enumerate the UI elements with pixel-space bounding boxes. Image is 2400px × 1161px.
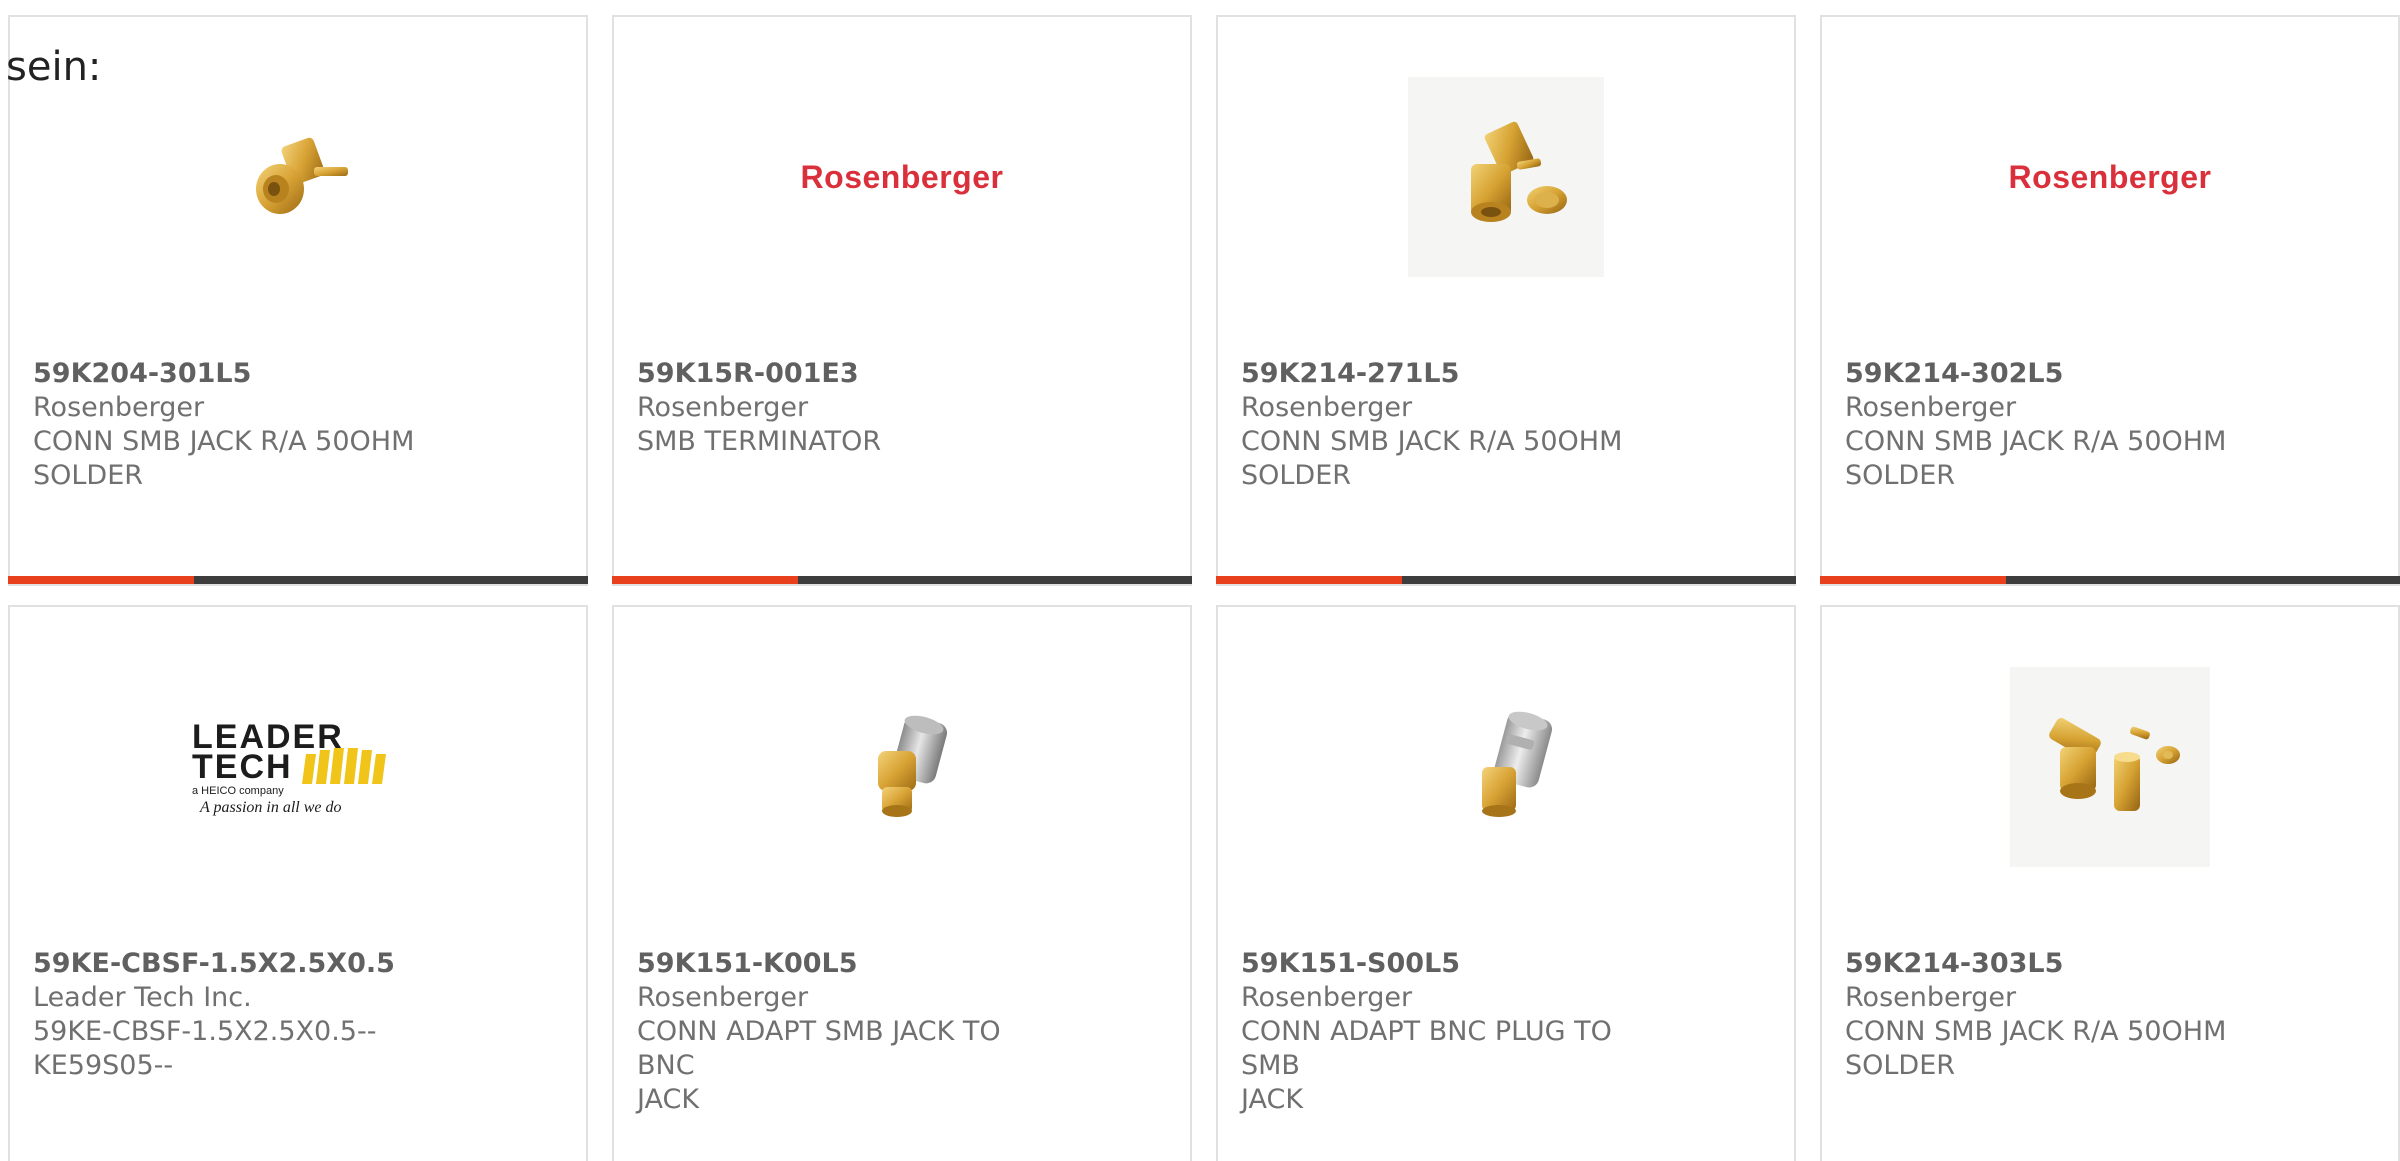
leader-tech-logo: LEADER TECH a HEICO company A passion in…	[192, 718, 386, 816]
product-card[interactable]: 59K151-S00L5 Rosenberger CONN ADAPT BNC …	[1216, 605, 1796, 1161]
product-image[interactable]	[10, 72, 586, 282]
product-image[interactable]	[1218, 72, 1794, 282]
description-line: CONN ADAPT BNC PLUG TO SMB	[1241, 1016, 1612, 1081]
description-line: SOLDER	[1845, 1050, 1956, 1081]
part-number[interactable]: 59K214-302L5	[1845, 357, 2245, 391]
description-line: CONN SMB JACK R/A 50OHM	[1845, 426, 2227, 457]
part-number[interactable]: 59K151-S00L5	[1241, 947, 1641, 981]
rosenberger-logo: Rosenberger	[800, 158, 1004, 195]
product-info: 59K214-302L5 Rosenberger CONN SMB JACK R…	[1845, 357, 2245, 493]
product-card[interactable]: 59K214-271L5 Rosenberger CONN SMB JACK R…	[1216, 15, 1796, 586]
progress-bar	[8, 576, 588, 584]
progress-bar	[1820, 576, 2400, 584]
part-number[interactable]: 59KE-CBSF-1.5X2.5X0.5	[33, 947, 433, 981]
logo-line-2: TECH	[192, 748, 293, 786]
progress-fill	[612, 576, 798, 584]
product-image[interactable]: LEADER TECH a HEICO company A passion in…	[10, 662, 586, 872]
progress-bar	[1216, 576, 1796, 584]
smb-right-angle-connector-with-washer-icon	[1471, 121, 1567, 222]
description-line: SOLDER	[1845, 460, 1956, 491]
image-background	[2010, 667, 2210, 867]
product-image[interactable]	[614, 662, 1190, 872]
product-grid: 59K204-301L5 Rosenberger CONN SMB JACK R…	[8, 15, 2400, 1161]
description-line: SOLDER	[1241, 460, 1352, 491]
image-background	[1408, 77, 1604, 277]
product-info: 59K151-S00L5 Rosenberger CONN ADAPT BNC …	[1241, 947, 1641, 1117]
product-image[interactable]: Rosenberger	[1822, 72, 2398, 282]
product-card[interactable]: Rosenberger 59K214-302L5 Rosenberger CON…	[1820, 15, 2400, 586]
part-number[interactable]: 59K214-303L5	[1845, 947, 2245, 981]
product-image[interactable]: Rosenberger	[614, 72, 1190, 282]
product-info: 59K214-271L5 Rosenberger CONN SMB JACK R…	[1241, 357, 1641, 493]
product-image[interactable]	[1822, 662, 2398, 872]
description-line: CONN SMB JACK R/A 50OHM	[33, 426, 415, 457]
product-info: 59KE-CBSF-1.5X2.5X0.5 Leader Tech Inc. 5…	[33, 947, 433, 1083]
product-card[interactable]: Rosenberger 59K15R-001E3 Rosenberger SMB…	[612, 15, 1192, 586]
progress-fill	[8, 576, 194, 584]
smb-right-angle-connector-icon	[256, 137, 348, 214]
rosenberger-logo: Rosenberger	[2008, 158, 2212, 195]
product-card[interactable]: LEADER TECH a HEICO company A passion in…	[8, 605, 588, 1161]
product-results-page: 59K204-301L5 Rosenberger CONN SMB JACK R…	[0, 0, 2400, 1161]
manufacturer: Rosenberger	[1241, 982, 1413, 1013]
product-info: 59K151-K00L5 Rosenberger CONN ADAPT SMB …	[637, 947, 1037, 1117]
product-info: 59K15R-001E3 Rosenberger SMB TERMINATOR	[637, 357, 1037, 459]
part-number[interactable]: 59K151-K00L5	[637, 947, 1037, 981]
manufacturer: Rosenberger	[1845, 392, 2017, 423]
manufacturer: Rosenberger	[637, 392, 809, 423]
prefix-text: sein:	[6, 44, 102, 90]
progress-bar	[612, 576, 1192, 584]
manufacturer: Rosenberger	[637, 982, 809, 1013]
product-info: 59K204-301L5 Rosenberger CONN SMB JACK R…	[33, 357, 433, 493]
description-line: JACK	[637, 1084, 700, 1115]
logo-tagline: A passion in all we do	[199, 799, 342, 816]
manufacturer: Rosenberger	[1845, 982, 2017, 1013]
description-line: CONN SMB JACK R/A 50OHM	[1845, 1016, 2227, 1047]
product-card[interactable]: 59K151-K00L5 Rosenberger CONN ADAPT SMB …	[612, 605, 1192, 1161]
product-card[interactable]: 59K204-301L5 Rosenberger CONN SMB JACK R…	[8, 15, 588, 586]
bnc-to-smb-adapter-icon	[1482, 711, 1553, 817]
description-line: JACK	[1241, 1084, 1304, 1115]
manufacturer: Rosenberger	[1241, 392, 1413, 423]
product-info: 59K214-303L5 Rosenberger CONN SMB JACK R…	[1845, 947, 2245, 1083]
progress-fill	[1820, 576, 2006, 584]
smb-to-bnc-adapter-icon	[878, 715, 948, 817]
manufacturer: Leader Tech Inc.	[33, 982, 252, 1013]
product-card[interactable]: 59K214-303L5 Rosenberger CONN SMB JACK R…	[1820, 605, 2400, 1161]
part-number[interactable]: 59K214-271L5	[1241, 357, 1641, 391]
description-line: 59KE-CBSF-1.5X2.5X0.5--	[33, 1016, 377, 1047]
part-number[interactable]: 59K15R-001E3	[637, 357, 1037, 391]
smb-right-angle-crimp-kit-icon	[2049, 717, 2180, 811]
progress-fill	[1216, 576, 1402, 584]
product-image[interactable]	[1218, 662, 1794, 872]
description-line: CONN ADAPT SMB JACK TO BNC	[637, 1016, 1001, 1081]
description-line: KE59S05--	[33, 1050, 174, 1081]
description-line: CONN SMB JACK R/A 50OHM	[1241, 426, 1623, 457]
logo-subtitle: a HEICO company	[192, 785, 284, 797]
description-line: SMB TERMINATOR	[637, 426, 882, 457]
manufacturer: Rosenberger	[33, 392, 205, 423]
part-number[interactable]: 59K204-301L5	[33, 357, 433, 391]
description-line: SOLDER	[33, 460, 144, 491]
